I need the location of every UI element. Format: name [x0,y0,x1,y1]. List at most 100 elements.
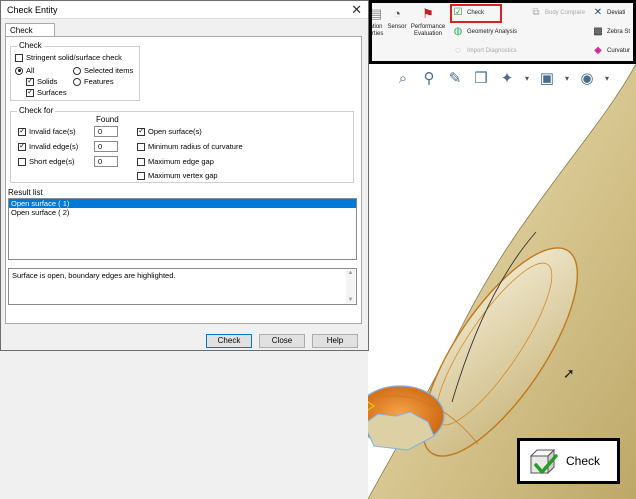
mass-properties-button[interactable]: ▤ ation erties [368,6,384,38]
deviation-label: Deviati [607,10,626,16]
open-surfaces-checkbox[interactable] [137,126,145,136]
geometry-analysis-button[interactable]: ◍ Geometry Analysis [452,25,517,39]
performance-evaluation-button[interactable]: ⚑ Performance Evaluation [410,6,446,38]
pointer-icon: ➚ [563,365,575,381]
short-edges-option[interactable]: Short edge(s) [18,157,74,166]
invalid-edges-found: 0 [94,141,118,152]
selected-items-option[interactable]: Selected items [73,66,133,75]
all-option[interactable]: All [15,66,34,75]
check-tool-callout: Check [517,438,620,484]
min-radius-checkbox[interactable] [137,142,145,151]
scroll-down-icon[interactable]: ▼ [348,297,354,303]
mass-properties-label: ation erties [368,24,384,37]
view-toolbar: ⌕ ⚲ ✎ ❒ ✦ ▾ ▣ ▾ ◉ ▾ [368,64,636,92]
short-edges-label: Short edge(s) [29,157,75,166]
max-edge-gap-checkbox[interactable] [137,157,145,166]
all-radio[interactable] [15,66,23,75]
max-edge-gap-label: Maximum edge gap [148,157,214,166]
open-surfaces-label: Open surface(s) [148,127,202,136]
check-icon [529,448,558,475]
chevron-down-icon[interactable]: ▾ [602,68,612,88]
stringent-check-option[interactable]: Stringent solid/surface check [15,53,122,62]
scroll-up-icon[interactable]: ▲ [348,270,354,276]
chevron-down-icon[interactable]: ▾ [522,68,532,88]
invalid-edges-option[interactable]: Invalid edge(s) [18,141,79,151]
features-option[interactable]: Features [73,77,114,86]
sensor-icon: ◔ [393,6,401,21]
check-button[interactable]: ☑ Check [452,6,485,20]
close-icon[interactable]: ✕ [351,2,362,18]
deviation-analysis-button[interactable]: ✕ Deviati [592,6,636,20]
mass-properties-icon: ▤ [369,6,383,21]
max-vertex-gap-checkbox[interactable] [137,171,145,180]
result-list-item[interactable]: Open surface ( 1) [9,199,356,208]
import-diagnostics-button[interactable]: ◌ Import Diagnostics [452,44,517,58]
features-radio[interactable] [73,77,81,86]
performance-label: Performance Evaluation [410,24,446,37]
surfaces-label: Surfaces [37,88,67,97]
result-list-label: Result list [8,188,43,197]
solids-checkbox[interactable] [26,76,34,86]
result-list-item[interactable]: Open surface ( 2) [9,208,356,217]
graphics-viewport[interactable]: ⌕ ⚲ ✎ ❒ ✦ ▾ ▣ ▾ ◉ ▾ ➚ [368,64,636,499]
selected-items-radio[interactable] [73,66,81,75]
dialog-titlebar: Check Entity ✕ [1,1,368,19]
invalid-faces-checkbox[interactable] [18,126,26,136]
stringent-checkbox[interactable] [15,53,23,62]
check-entity-dialog: Check Entity ✕ Check entity Check String… [0,0,369,351]
view-orientation-icon[interactable]: ❒ [470,68,492,88]
geometry-analysis-label: Geometry Analysis [467,29,518,35]
zoom-icon[interactable]: ⚲ [418,68,440,88]
zebra-stripes-button[interactable]: ▩ Zebra St [592,25,636,39]
callout-label: Check [566,454,601,468]
min-radius-option[interactable]: Minimum radius of curvature [137,142,243,151]
search-icon[interactable]: ⌕ [392,68,414,88]
body-compare-icon: ⧉ [532,7,540,18]
check-label: Check [467,10,485,16]
model-scene [368,64,636,499]
zebra-label: Zebra St [607,29,631,35]
chevron-down-icon[interactable]: ▾ [562,68,572,88]
check-for-group: Check for Found Invalid face(s) 0 Invali… [10,106,354,183]
section-icon[interactable]: ✎ [444,68,466,88]
invalid-faces-option[interactable]: Invalid face(s) [18,126,76,136]
zebra-icon: ▩ [593,26,603,37]
close-button[interactable]: Close [259,334,305,348]
curvature-button[interactable]: ◆ Curvatur [592,44,636,58]
open-surfaces-option[interactable]: Open surface(s) [137,126,202,136]
dialog-title: Check Entity [7,5,58,15]
max-vertex-gap-option[interactable]: Maximum vertex gap [137,171,218,180]
invalid-edges-label: Invalid edge(s) [29,142,79,151]
result-list[interactable]: Open surface ( 1) Open surface ( 2) [8,198,357,260]
max-vertex-gap-label: Maximum vertex gap [148,171,218,180]
short-edges-found: 0 [94,156,118,167]
surfaces-option[interactable]: Surfaces [26,87,67,97]
curvature-label: Curvatur [607,48,631,54]
solids-option[interactable]: Solids [26,76,57,86]
display-style-icon[interactable]: ✦ [496,68,518,88]
check-group: Check Stringent solid/surface check All … [10,41,140,101]
tab-check-entity[interactable]: Check entity [5,23,55,44]
geometry-analysis-icon: ◍ [453,26,463,37]
invalid-edges-checkbox[interactable] [18,141,26,151]
stringent-label: Stringent solid/surface check [26,53,122,62]
hide-show-icon[interactable]: ◉ [576,68,598,88]
import-diagnostics-label: Import Diagnostics [467,48,517,54]
check-for-legend: Check for [17,106,56,115]
features-label: Features [84,77,114,86]
check-button[interactable]: Check [206,334,252,348]
check-icon: ☑ [453,7,463,18]
short-edges-checkbox[interactable] [18,157,26,166]
display-style-cube-icon[interactable]: ▣ [536,68,558,88]
surfaces-checkbox[interactable] [26,87,34,97]
min-radius-label: Minimum radius of curvature [148,142,243,151]
body-compare-label: Body Compare [545,10,586,16]
evaluate-ribbon: ▤ ation erties ◔ Sensor ⚑ Performance Ev… [368,0,636,64]
sensor-button[interactable]: ◔ Sensor [386,6,408,31]
check-group-legend: Check [17,41,44,50]
max-edge-gap-option[interactable]: Maximum edge gap [137,157,214,166]
selected-items-label: Selected items [84,66,134,75]
message-scrollbar[interactable]: ▲ ▼ [346,270,355,303]
help-button[interactable]: Help [312,334,358,348]
body-compare-button[interactable]: ⧉ Body Compare [530,6,585,20]
